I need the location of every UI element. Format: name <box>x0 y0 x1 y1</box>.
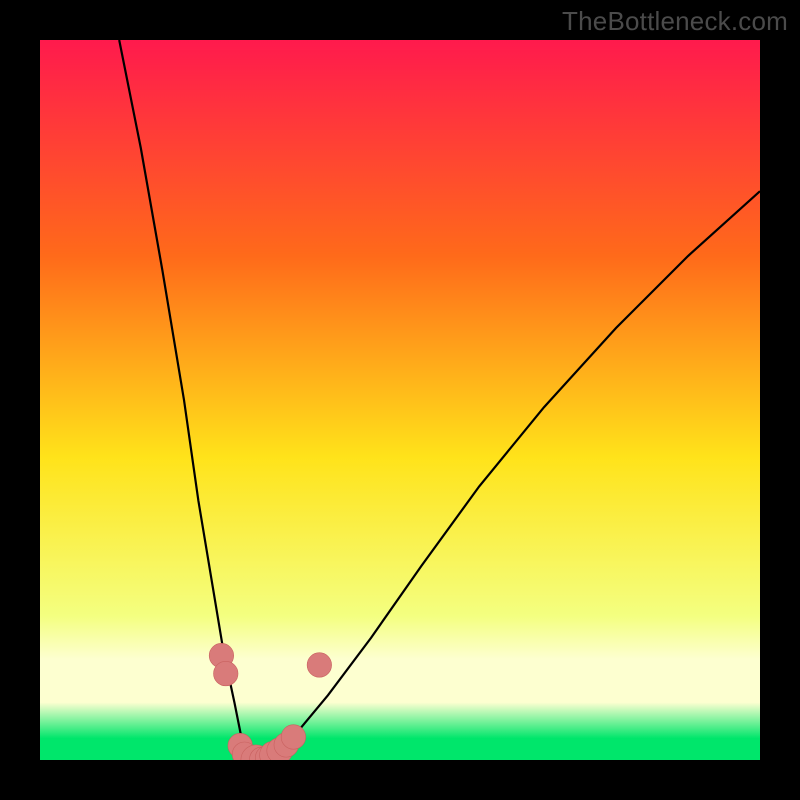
plot-area <box>40 40 760 760</box>
watermark-text: TheBottleneck.com <box>562 6 788 37</box>
outer-frame: TheBottleneck.com <box>0 0 800 800</box>
gradient-background <box>40 40 760 760</box>
data-point-marker <box>307 653 331 677</box>
bottleneck-chart <box>40 40 760 760</box>
data-point-marker <box>281 725 305 749</box>
data-point-marker <box>214 661 238 685</box>
